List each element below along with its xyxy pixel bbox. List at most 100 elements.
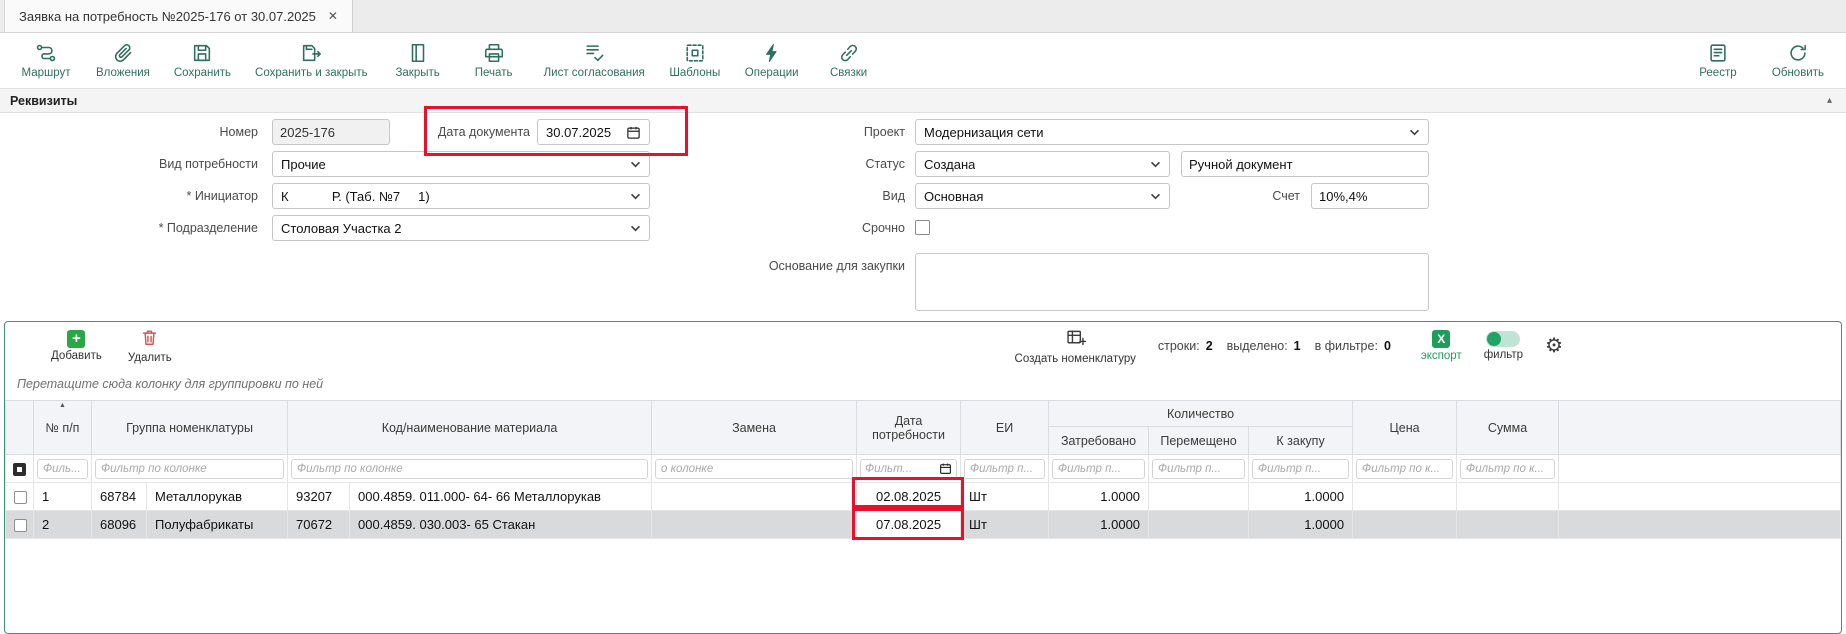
grid-stats: строки: 2 выделено: 1 в фильтре: 0: [1158, 339, 1399, 353]
create-nomenclature-button[interactable]: Создать номенклатуру: [1015, 327, 1136, 365]
cell-price[interactable]: [1353, 511, 1457, 539]
col-header-requested[interactable]: Затребовано: [1049, 427, 1149, 455]
save-and-close-button[interactable]: Сохранить и закрыть: [255, 42, 368, 79]
col-header-date[interactable]: Дата потребности: [857, 401, 961, 455]
col-header-num[interactable]: ▲ № п/п: [34, 401, 92, 455]
cell-num[interactable]: 1: [34, 483, 92, 511]
filter-date-input[interactable]: [865, 460, 937, 478]
export-excel-button[interactable]: X экспорт: [1421, 330, 1462, 362]
status-select[interactable]: Создана: [915, 151, 1170, 177]
cell-group-code[interactable]: 68784: [92, 483, 147, 511]
need-type-select[interactable]: Прочие: [272, 151, 650, 177]
cell-material-code[interactable]: 93207: [288, 483, 350, 511]
col-header-select[interactable]: [6, 401, 34, 455]
cell-purchase[interactable]: 1.0000: [1249, 511, 1353, 539]
operations-button[interactable]: Операции: [745, 42, 799, 79]
kind-select[interactable]: Основная: [915, 183, 1170, 209]
col-header-unit[interactable]: ЕИ: [961, 401, 1049, 455]
print-button[interactable]: Печать: [468, 42, 520, 79]
filter-price-input[interactable]: [1356, 459, 1453, 479]
row-checkbox[interactable]: [14, 519, 27, 532]
delete-row-button[interactable]: Удалить: [128, 328, 172, 364]
number-label: Номер: [0, 119, 258, 145]
purchase-basis-textarea[interactable]: [915, 253, 1429, 311]
table-row-1[interactable]: 1 68784 Металлорукав 93207 000.4859. 011…: [6, 483, 1841, 511]
col-header-price[interactable]: Цена: [1353, 401, 1457, 455]
col-header-group[interactable]: Группа номенклатуры: [92, 401, 288, 455]
cell-sum[interactable]: [1457, 483, 1559, 511]
row-checkbox[interactable]: [14, 491, 27, 504]
cell-group-name[interactable]: Полуфабрикаты: [147, 511, 288, 539]
save-button[interactable]: Сохранить: [174, 42, 231, 79]
col-header-replace[interactable]: Замена: [652, 401, 857, 455]
add-row-button[interactable]: + Добавить: [51, 330, 102, 362]
cell-price[interactable]: [1353, 483, 1457, 511]
cell-requested[interactable]: 1.0000: [1049, 511, 1149, 539]
refresh-button[interactable]: Обновить: [1772, 42, 1824, 79]
filter-date-field[interactable]: [860, 459, 957, 479]
route-button[interactable]: Маршрут: [20, 42, 72, 79]
filter-requested-input[interactable]: [1052, 459, 1145, 479]
filter-group-input[interactable]: [95, 459, 284, 479]
close-document-icon: [407, 42, 429, 64]
registry-button[interactable]: Реестр: [1692, 42, 1744, 79]
collapse-section-icon[interactable]: ▴: [1827, 95, 1832, 106]
save-and-close-icon: [300, 42, 322, 64]
approval-sheet-button[interactable]: Лист согласования: [544, 42, 645, 79]
col-header-sum[interactable]: Сумма: [1457, 401, 1559, 455]
number-input[interactable]: [272, 119, 390, 145]
col-header-moved[interactable]: Перемещено: [1149, 427, 1249, 455]
project-select[interactable]: Модернизация сети: [915, 119, 1429, 145]
filter-moved-input[interactable]: [1152, 459, 1245, 479]
department-select[interactable]: Столовая Участка 2: [272, 215, 650, 241]
filter-toggle[interactable]: фильтр: [1484, 331, 1523, 361]
cell-material-name[interactable]: 000.4859. 011.000- 64- 66 Металлорукав: [350, 483, 652, 511]
cell-unit[interactable]: Шт: [961, 511, 1049, 539]
cell-unit[interactable]: Шт: [961, 483, 1049, 511]
cell-need-date[interactable]: 02.08.2025: [857, 483, 961, 511]
cell-replace[interactable]: [652, 483, 857, 511]
cell-moved[interactable]: [1149, 483, 1249, 511]
refresh-icon: [1787, 42, 1809, 64]
account-input[interactable]: [1311, 183, 1429, 209]
requisites-section-header[interactable]: Реквизиты ▴: [0, 89, 1846, 113]
filter-num-input[interactable]: [37, 459, 88, 479]
initiator-select[interactable]: К Р. (Таб. №7 1): [272, 183, 650, 209]
cell-material-name[interactable]: 000.4859. 030.003- 65 Стакан: [350, 511, 652, 539]
cell-need-date[interactable]: 07.08.2025: [857, 511, 961, 539]
filter-material-input[interactable]: [291, 459, 648, 479]
status-label: Статус: [700, 151, 905, 177]
filter-replace-input[interactable]: [655, 459, 853, 479]
cell-select[interactable]: [6, 511, 34, 539]
document-tab[interactable]: Заявка на потребность №2025-176 от 30.07…: [4, 0, 353, 32]
select-all-checkbox[interactable]: [13, 463, 26, 476]
filter-sum-input[interactable]: [1460, 459, 1555, 479]
cell-replace[interactable]: [652, 511, 857, 539]
cell-filler: [1559, 511, 1841, 539]
filter-purchase-input[interactable]: [1252, 459, 1349, 479]
excel-icon: X: [1432, 330, 1450, 348]
col-header-purchase[interactable]: К закупу: [1249, 427, 1353, 455]
cell-group-code[interactable]: 68096: [92, 511, 147, 539]
tab-close-icon[interactable]: ✕: [328, 9, 338, 23]
cell-num[interactable]: 2: [34, 511, 92, 539]
cell-select[interactable]: [6, 483, 34, 511]
cell-group-name[interactable]: Металлорукав: [147, 483, 288, 511]
cell-sum[interactable]: [1457, 511, 1559, 539]
links-button[interactable]: Связки: [823, 42, 875, 79]
filter-unit-input[interactable]: [964, 459, 1045, 479]
attachments-button[interactable]: Вложения: [96, 42, 150, 79]
cell-moved[interactable]: [1149, 511, 1249, 539]
settings-gear-icon[interactable]: ⚙: [1545, 336, 1563, 356]
cell-purchase[interactable]: 1.0000: [1249, 483, 1353, 511]
cell-requested[interactable]: 1.0000: [1049, 483, 1149, 511]
col-header-material[interactable]: Код/наименование материала: [288, 401, 652, 455]
table-row-2[interactable]: 2 68096 Полуфабрикаты 70672 000.4859. 03…: [6, 511, 1841, 539]
urgent-checkbox[interactable]: [915, 220, 930, 235]
templates-button[interactable]: Шаблоны: [669, 42, 721, 79]
cell-material-code[interactable]: 70672: [288, 511, 350, 539]
add-icon: +: [67, 330, 85, 348]
doc-date-input[interactable]: 30.07.2025: [537, 119, 650, 145]
close-document-button[interactable]: Закрыть: [392, 42, 444, 79]
manual-document-input[interactable]: [1181, 151, 1429, 177]
